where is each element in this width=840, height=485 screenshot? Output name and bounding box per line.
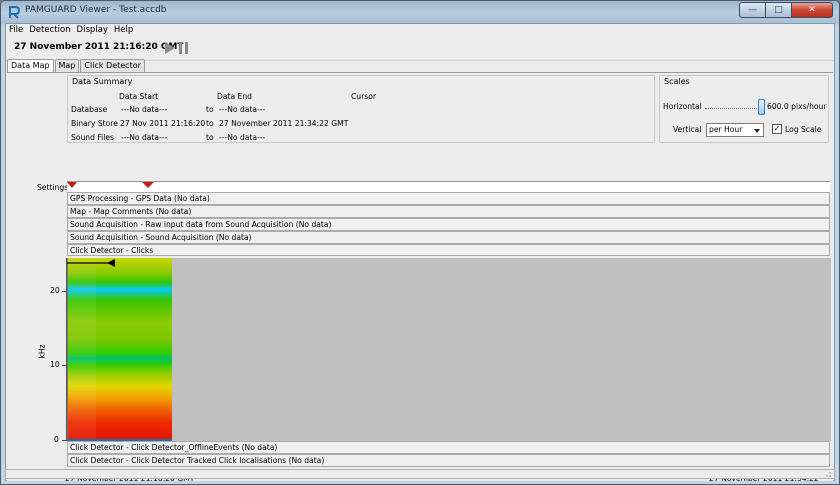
- data-end-header: Data End: [217, 92, 252, 101]
- datablock-row[interactable]: Click Detector - Click Detector_OfflineE…: [67, 441, 830, 454]
- window-title: PAMGUARD Viewer - Test.accdb: [25, 5, 167, 15]
- log-scale-label: Log Scale: [785, 125, 822, 134]
- start-marker-icon[interactable]: [67, 182, 77, 188]
- spectrogram-edge: [68, 258, 96, 441]
- horizontal-scale-slider[interactable]: [705, 108, 757, 117]
- datablock-row-clicks[interactable]: Click Detector - Clicks: [67, 244, 830, 256]
- menu-bar: File Detection Display Help: [6, 24, 133, 37]
- chevron-down-icon: [754, 129, 760, 133]
- summary-row-to: to: [206, 119, 214, 128]
- settings-strip[interactable]: [67, 181, 830, 192]
- y-tick: [62, 291, 67, 292]
- y-tick-label: 20: [50, 286, 60, 295]
- y-axis-line: [66, 258, 67, 441]
- datablock-row[interactable]: Sound Acquisition - Sound Acquisition (N…: [67, 231, 830, 244]
- summary-row-name: Binary Store: [71, 119, 118, 128]
- minimize-button[interactable]: —: [739, 2, 765, 18]
- click-data-plot[interactable]: [67, 258, 831, 441]
- title-bar[interactable]: PAMGUARD Viewer - Test.accdb — □ ✕: [1, 1, 839, 23]
- horizontal-label: Horizontal: [663, 102, 702, 111]
- y-axis-label: kHz: [37, 344, 47, 359]
- summary-row-end: ---No data---: [219, 105, 266, 114]
- datablock-row[interactable]: Sound Acquisition - Raw input data from …: [67, 218, 830, 231]
- summary-row-start: ---No data---: [121, 105, 168, 114]
- status-bar: [5, 469, 835, 479]
- pause-icon[interactable]: [179, 42, 189, 54]
- datablock-row[interactable]: Map - Map Comments (No data): [67, 205, 830, 218]
- data-map-panel: Data Summary Data Start Data End Cursor …: [7, 72, 833, 484]
- summary-row-name: Sound Files: [71, 133, 114, 142]
- vertical-scale-select[interactable]: per Hour: [706, 123, 764, 137]
- tab-data-map[interactable]: Data Map: [7, 59, 54, 73]
- settings-label[interactable]: Settings: [37, 183, 68, 192]
- log-scale-checkbox[interactable]: ✓: [772, 124, 782, 134]
- click-spectrogram: [68, 258, 172, 441]
- y-tick-label: 0: [54, 435, 59, 444]
- summary-row-name: Database: [71, 105, 108, 114]
- client-area: File Detection Display Help 27 November …: [5, 23, 835, 484]
- summary-row-end: ---No data---: [219, 133, 266, 142]
- summary-row-to: to: [206, 133, 214, 142]
- summary-row-end: 27 November 2011 21:34:22 GMT: [219, 119, 349, 128]
- tab-click-detector[interactable]: Click Detector: [80, 59, 145, 72]
- datablock-row[interactable]: Click Detector - Click Detector Tracked …: [67, 454, 830, 467]
- close-button[interactable]: ✕: [791, 2, 833, 18]
- resize-grip-icon[interactable]: [823, 469, 831, 477]
- current-time-label: 27 November 2011 21:16:20 GMT: [14, 42, 184, 52]
- cursor-arrow-icon: [67, 259, 115, 267]
- summary-row-start: ---No data---: [121, 133, 168, 142]
- menu-file[interactable]: File: [9, 24, 23, 37]
- summary-row-start: 27 Nov 2011 21:16:20: [120, 119, 206, 128]
- tab-map[interactable]: Map: [54, 59, 80, 72]
- data-start-header: Data Start: [119, 92, 159, 101]
- main-window: PAMGUARD Viewer - Test.accdb — □ ✕ File …: [0, 0, 840, 485]
- cursor-header: Cursor: [351, 92, 376, 101]
- window-controls: — □ ✕: [739, 2, 833, 18]
- scales-legend: Scales: [664, 77, 690, 86]
- horizontal-value: 600.0 pixs/hour: [767, 102, 827, 111]
- menu-detection[interactable]: Detection: [29, 24, 70, 37]
- toolbar: 27 November 2011 21:16:20 GMT: [6, 38, 834, 61]
- datablock-row[interactable]: GPS Processing - GPS Data (No data): [67, 192, 830, 205]
- data-summary-legend: Data Summary: [72, 77, 133, 86]
- play-icon[interactable]: [165, 42, 175, 54]
- slider-thumb[interactable]: [758, 99, 765, 115]
- pamguard-logo-icon: [9, 6, 21, 19]
- y-tick: [62, 365, 67, 366]
- cursor-marker-icon[interactable]: [142, 182, 154, 188]
- vertical-scale-value: per Hour: [709, 125, 743, 134]
- summary-row-to: to: [206, 105, 214, 114]
- tab-strip: Data Map Map Click Detector: [7, 59, 146, 73]
- menu-display[interactable]: Display: [77, 24, 108, 37]
- vertical-label: Vertical: [673, 125, 702, 134]
- menu-help[interactable]: Help: [114, 24, 133, 37]
- y-tick-label: 10: [50, 360, 60, 369]
- maximize-button[interactable]: □: [765, 2, 791, 18]
